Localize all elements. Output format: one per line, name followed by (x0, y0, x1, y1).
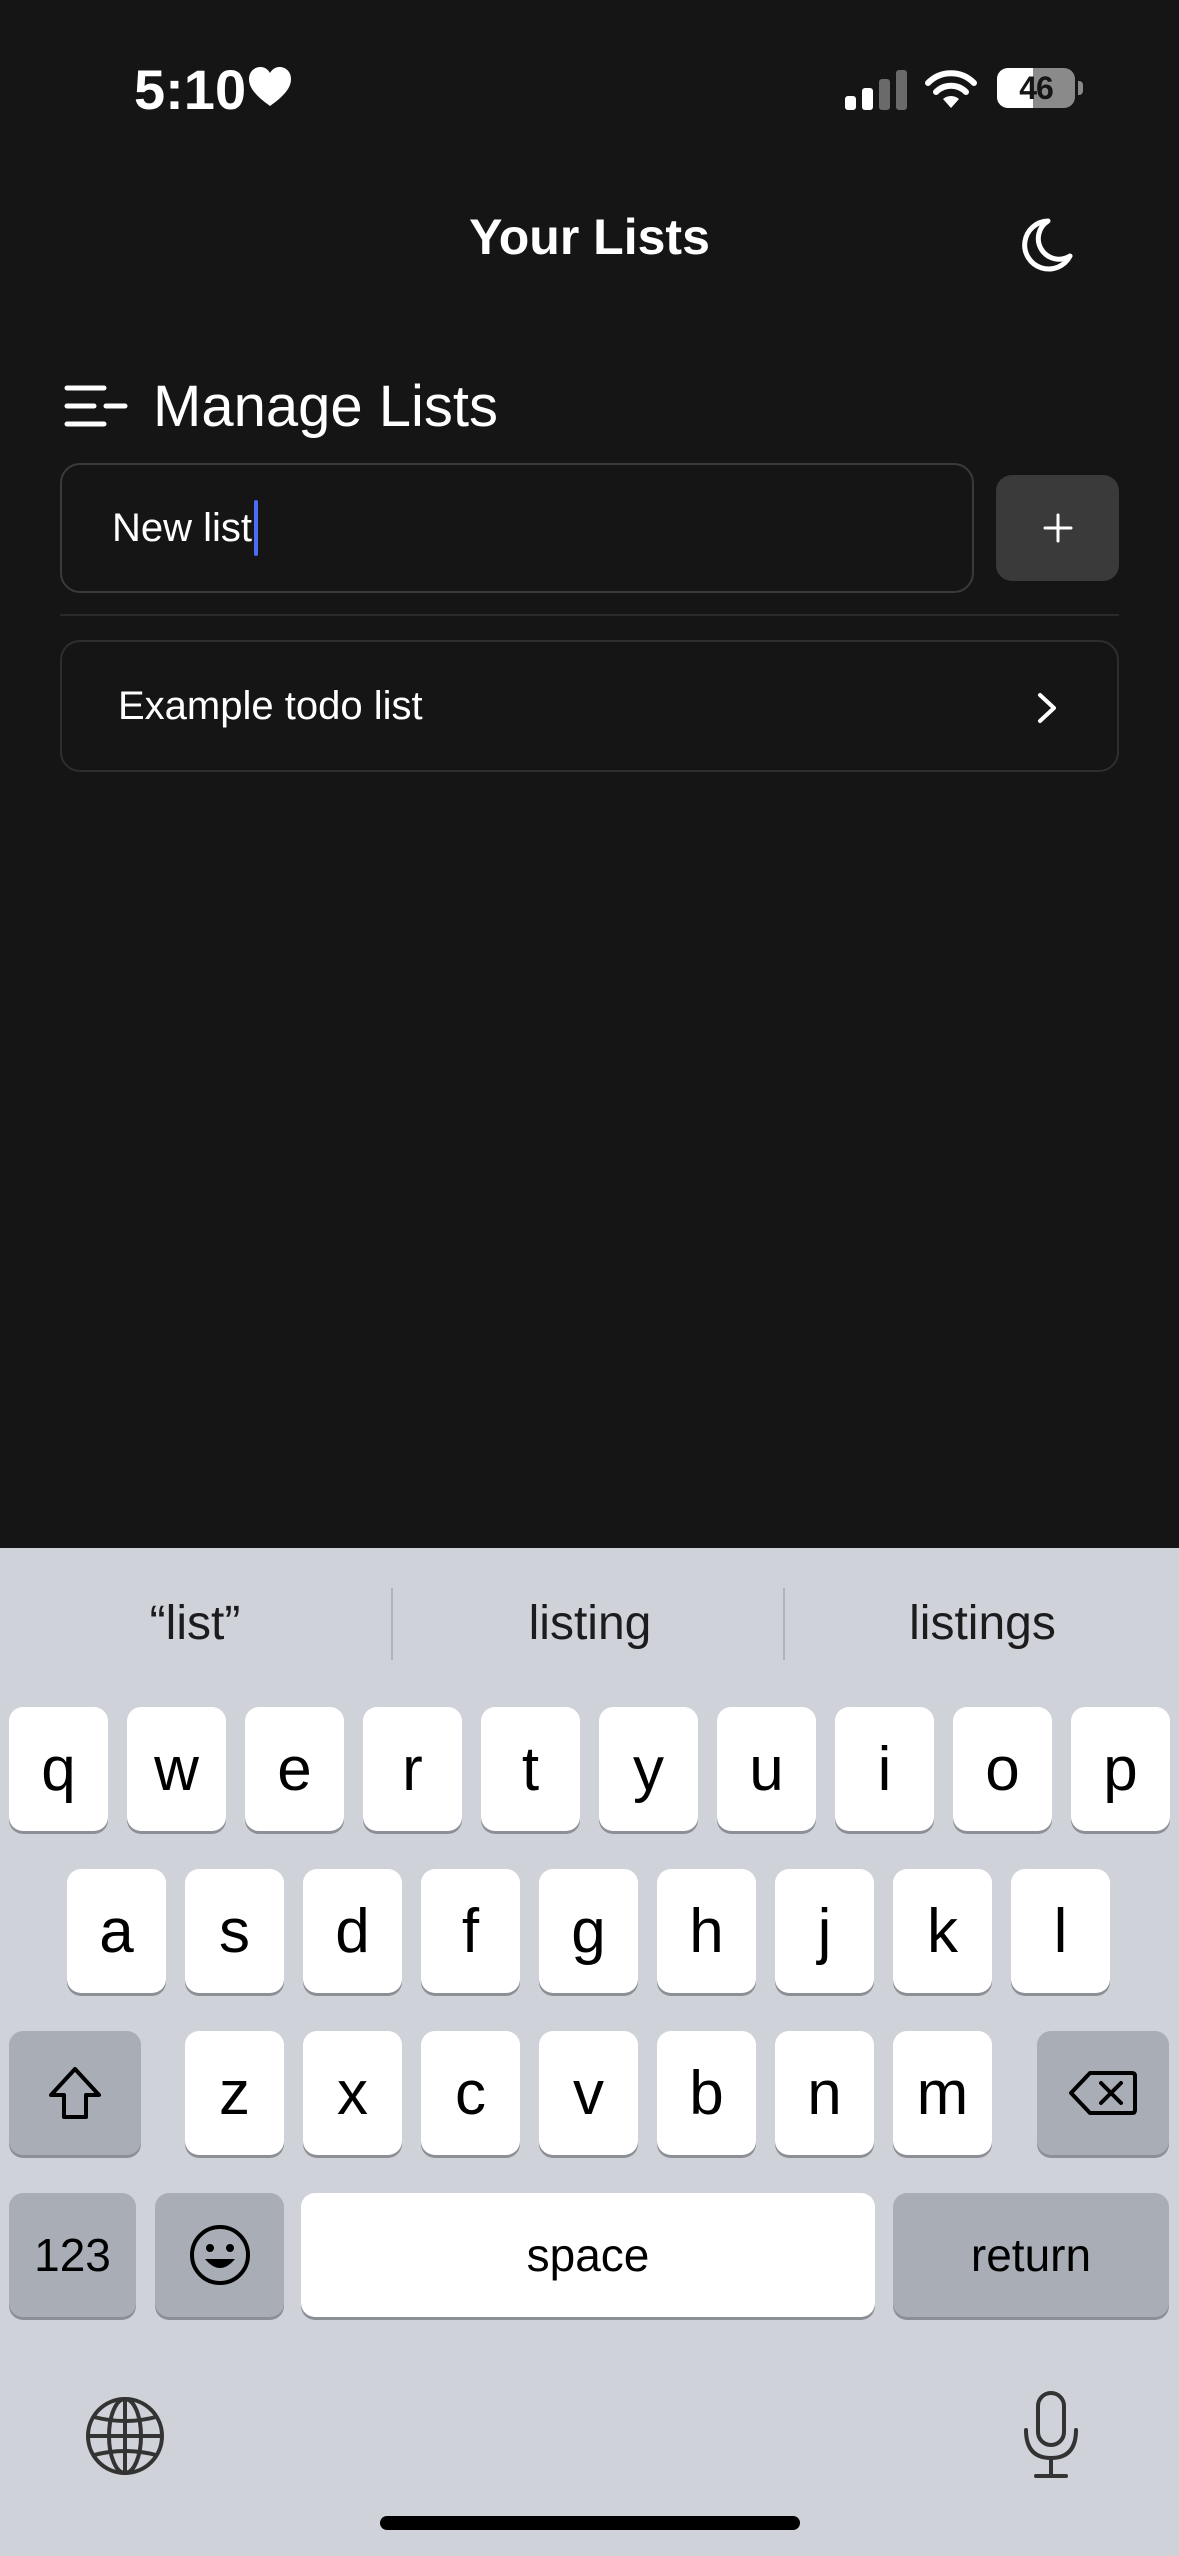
section-title: Manage Lists (153, 374, 498, 439)
numbers-key[interactable]: 123 (9, 2193, 136, 2317)
key-q[interactable]: q (9, 1707, 108, 1831)
moon-icon[interactable] (1018, 212, 1088, 282)
key-j[interactable]: j (775, 1869, 874, 1993)
delete-key[interactable] (1037, 2031, 1169, 2155)
key-l[interactable]: l (1011, 1869, 1110, 1993)
emoji-key[interactable] (155, 2193, 284, 2317)
key-b[interactable]: b (657, 2031, 756, 2155)
shift-key[interactable] (9, 2031, 141, 2155)
suggestion-3[interactable]: listings (800, 1584, 1165, 1664)
key-h[interactable]: h (657, 1869, 756, 1993)
key-m[interactable]: m (893, 2031, 992, 2155)
list-item-label: Example todo list (118, 683, 423, 728)
home-indicator[interactable] (380, 2516, 800, 2530)
space-key[interactable]: space (301, 2193, 875, 2317)
screen: 5:10 46 Your Lists Manage Lists New list (0, 0, 1179, 2556)
key-d[interactable]: d (303, 1869, 402, 1993)
heart-icon (249, 67, 291, 106)
text-caret (254, 500, 259, 556)
key-n[interactable]: n (775, 2031, 874, 2155)
cellular-signal-icon (845, 70, 907, 110)
key-v[interactable]: v (539, 2031, 638, 2155)
new-list-input-value: New list (112, 505, 253, 550)
numbers-key-label: 123 (34, 2229, 111, 2281)
key-t[interactable]: t (481, 1707, 580, 1831)
microphone-icon[interactable] (1016, 2390, 1086, 2480)
page-title: Your Lists (469, 209, 710, 265)
return-key-label: return (970, 2229, 1092, 2281)
plus-icon (1043, 513, 1072, 543)
backspace-icon (1069, 2071, 1137, 2115)
key-s[interactable]: s (185, 1869, 284, 1993)
list-item[interactable]: Example todo list (60, 640, 1119, 772)
key-z[interactable]: z (185, 2031, 284, 2155)
key-x[interactable]: x (303, 2031, 402, 2155)
space-key-label: space (526, 2229, 650, 2281)
key-u[interactable]: u (717, 1707, 816, 1831)
shift-icon (49, 2067, 101, 2119)
suggestion-divider (783, 1588, 785, 1660)
key-k[interactable]: k (893, 1869, 992, 1993)
suggestion-1[interactable]: “list” (30, 1584, 360, 1664)
suggestion-divider (391, 1588, 393, 1660)
add-list-button[interactable] (996, 475, 1119, 581)
key-g[interactable]: g (539, 1869, 638, 1993)
key-o[interactable]: o (953, 1707, 1052, 1831)
emoji-icon (189, 2225, 250, 2285)
key-p[interactable]: p (1071, 1707, 1170, 1831)
divider (60, 614, 1119, 616)
key-w[interactable]: w (127, 1707, 226, 1831)
battery-percent: 46 (1019, 70, 1054, 106)
key-f[interactable]: f (421, 1869, 520, 1993)
globe-icon[interactable] (84, 2395, 166, 2477)
key-y[interactable]: y (599, 1707, 698, 1831)
status-time: 5:10 (134, 57, 247, 121)
new-list-input[interactable]: New list (60, 463, 974, 593)
list-menu-icon (64, 385, 128, 427)
battery-indicator: 46 (997, 68, 1083, 108)
suggestion-2[interactable]: listing (400, 1584, 780, 1664)
key-a[interactable]: a (67, 1869, 166, 1993)
key-i[interactable]: i (835, 1707, 934, 1831)
chevron-right-icon (1038, 693, 1056, 723)
key-e[interactable]: e (245, 1707, 344, 1831)
key-c[interactable]: c (421, 2031, 520, 2155)
return-key[interactable]: return (893, 2193, 1169, 2317)
key-r[interactable]: r (363, 1707, 462, 1831)
wifi-icon (925, 70, 977, 108)
